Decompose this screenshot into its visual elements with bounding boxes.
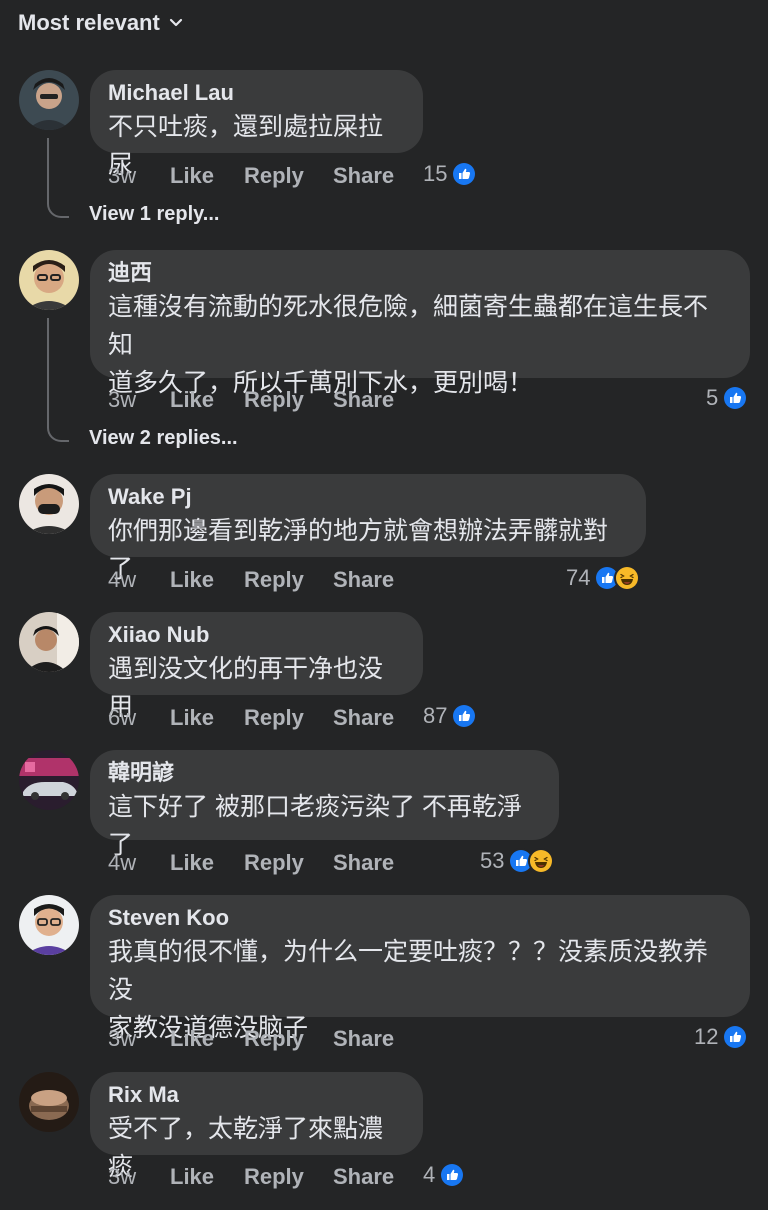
reaction-count: 87 (423, 703, 448, 728)
share-button[interactable]: Share (333, 1164, 394, 1190)
haha-reaction-icon (616, 567, 639, 589)
share-button[interactable]: Share (333, 850, 394, 876)
reply-button[interactable]: Reply (244, 163, 333, 189)
share-button[interactable]: Share (333, 163, 394, 189)
sort-dropdown[interactable]: Most relevant (18, 10, 184, 36)
comment-bubble: Wake Pj 你們那邊看到乾淨的地方就會想辦法弄髒就對了 (90, 474, 646, 583)
reply-button[interactable]: Reply (244, 705, 333, 731)
reaction-summary[interactable]: 15 (423, 161, 478, 187)
thread-line (47, 318, 69, 442)
share-button[interactable]: Share (333, 567, 394, 593)
reaction-count: 74 (566, 565, 591, 590)
like-button[interactable]: Like (170, 1026, 244, 1052)
share-button[interactable]: Share (333, 1026, 394, 1052)
like-button[interactable]: Like (170, 567, 244, 593)
view-replies-link[interactable]: View 2 replies... (89, 427, 238, 450)
reaction-summary[interactable]: 4 (423, 1162, 466, 1188)
comment-actions: 3w Like Reply Share (108, 387, 394, 413)
reaction-summary[interactable]: 5 (706, 385, 749, 411)
reaction-count: 4 (423, 1162, 436, 1187)
comment-time[interactable]: 3w (108, 163, 170, 189)
comment-author[interactable]: Rix Ma (108, 1080, 405, 1110)
comment-time[interactable]: 4w (108, 567, 170, 593)
haha-reaction-icon (530, 850, 553, 872)
comment-actions: 3w Like Reply Share (108, 163, 394, 189)
avatar[interactable] (19, 1072, 79, 1132)
reply-button[interactable]: Reply (244, 567, 333, 593)
comment-bubble: Rix Ma 受不了，太乾淨了來點濃痰 (90, 1072, 423, 1181)
like-button[interactable]: Like (170, 705, 244, 731)
reaction-summary[interactable]: 74 (566, 565, 641, 591)
like-button[interactable]: Like (170, 163, 244, 189)
comment-bubble: 韓明諺 這下好了 被那口老痰污染了 不再乾淨了 (90, 750, 559, 859)
reaction-count: 12 (694, 1024, 719, 1049)
comment-actions: 6w Like Reply Share (108, 705, 394, 731)
share-button[interactable]: Share (333, 387, 394, 413)
comment-actions: 4w Like Reply Share (108, 567, 394, 593)
comment-actions: 3w Like Reply Share (108, 1164, 394, 1190)
share-button[interactable]: Share (333, 705, 394, 731)
comment-author[interactable]: Xiiao Nub (108, 620, 405, 650)
reply-button[interactable]: Reply (244, 850, 333, 876)
comment-author[interactable]: Michael Lau (108, 78, 405, 108)
comment-bubble: 迪西 這種沒有流動的死水很危險，細菌寄生蟲都在這生長不知 道多久了，所以千萬別下… (90, 250, 750, 397)
comment-time[interactable]: 3w (108, 1026, 170, 1052)
like-button[interactable]: Like (170, 850, 244, 876)
reaction-summary[interactable]: 12 (694, 1024, 749, 1050)
reply-button[interactable]: Reply (244, 387, 333, 413)
comment-bubble: Xiiao Nub 遇到没文化的再干净也没用 (90, 612, 423, 721)
avatar[interactable] (19, 474, 79, 534)
sort-label: Most relevant (18, 10, 160, 35)
chevron-down-icon (169, 18, 182, 27)
comment-author[interactable]: 韓明諺 (108, 758, 541, 788)
comment-author[interactable]: Wake Pj (108, 482, 628, 512)
comment-author[interactable]: Steven Koo (108, 903, 732, 933)
view-replies-link[interactable]: View 1 reply... (89, 203, 219, 226)
avatar[interactable] (19, 250, 79, 310)
like-reaction-icon (453, 163, 476, 185)
comment-time[interactable]: 3w (108, 387, 170, 413)
comment-actions: 3w Like Reply Share (108, 1026, 394, 1052)
comment-text: 我真的很不懂，为什么一定要吐痰？？？没素质没教养没 (108, 938, 709, 1004)
comment-author[interactable]: 迪西 (108, 258, 732, 288)
thread-line (47, 138, 69, 218)
avatar[interactable] (19, 70, 79, 130)
reaction-count: 5 (706, 385, 719, 410)
like-button[interactable]: Like (170, 387, 244, 413)
avatar[interactable] (19, 895, 79, 955)
comment-bubble: Michael Lau 不只吐痰，還到處拉屎拉尿 (90, 70, 423, 179)
like-reaction-icon (724, 1026, 747, 1048)
comment-bubble: Steven Koo 我真的很不懂，为什么一定要吐痰？？？没素质没教养没 家教没… (90, 895, 750, 1042)
reaction-count: 15 (423, 161, 448, 186)
like-reaction-icon (724, 387, 747, 409)
reaction-summary[interactable]: 53 (480, 848, 555, 874)
avatar[interactable] (19, 612, 79, 672)
like-reaction-icon (441, 1164, 464, 1186)
avatar[interactable] (19, 750, 79, 810)
comment-time[interactable]: 6w (108, 705, 170, 731)
comment-text: 這種沒有流動的死水很危險，細菌寄生蟲都在這生長不知 (108, 293, 709, 359)
reaction-count: 53 (480, 848, 505, 873)
comment-time[interactable]: 3w (108, 1164, 170, 1190)
reaction-summary[interactable]: 87 (423, 703, 478, 729)
reply-button[interactable]: Reply (244, 1164, 333, 1190)
like-button[interactable]: Like (170, 1164, 244, 1190)
like-reaction-icon (453, 705, 476, 727)
reply-button[interactable]: Reply (244, 1026, 333, 1052)
comment-time[interactable]: 4w (108, 850, 170, 876)
comment-actions: 4w Like Reply Share (108, 850, 394, 876)
